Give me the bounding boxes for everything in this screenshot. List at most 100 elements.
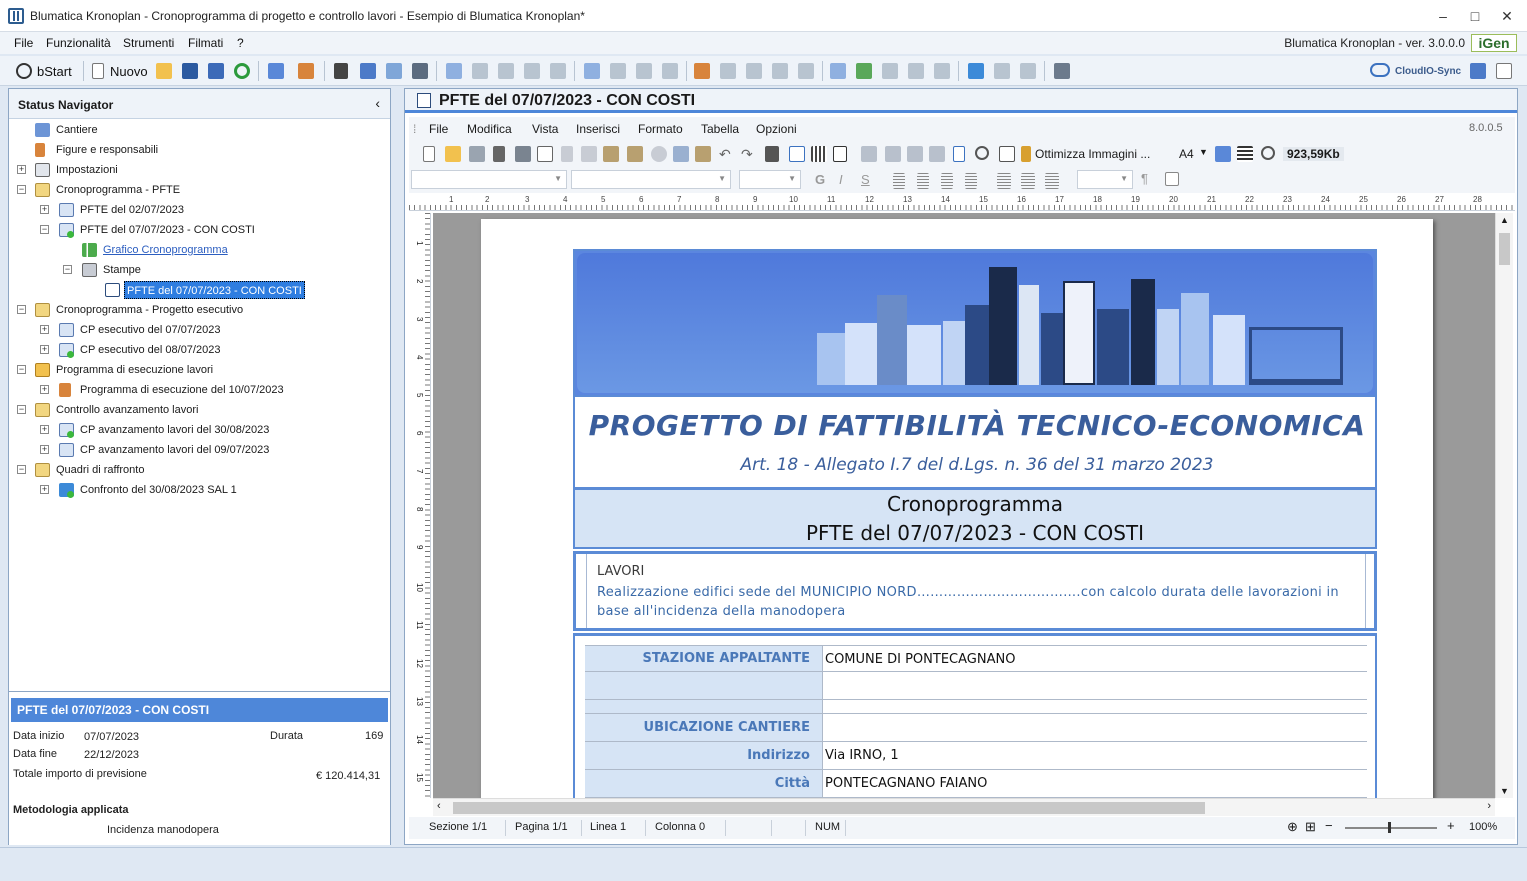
- collapse-toggle[interactable]: −: [40, 225, 49, 234]
- font-size-dropdown[interactable]: ▼: [739, 170, 801, 189]
- outline-list-icon[interactable]: [1045, 173, 1059, 189]
- field-icon[interactable]: [999, 146, 1015, 162]
- chevron-down-icon[interactable]: ▼: [1199, 147, 1208, 157]
- tool-icon-1[interactable]: [446, 63, 462, 79]
- zoom-out-icon[interactable]: −: [1325, 818, 1333, 833]
- tool-icon-2[interactable]: [472, 63, 488, 79]
- zoom-slider-track[interactable]: [1345, 827, 1437, 829]
- tool-icon-9[interactable]: [662, 63, 678, 79]
- collapse-toggle[interactable]: −: [17, 185, 26, 194]
- menu-filmati[interactable]: Filmati: [188, 36, 223, 50]
- bold-icon[interactable]: G: [815, 172, 825, 187]
- scroll-down-icon[interactable]: ▼: [1500, 786, 1509, 796]
- print-settings-icon[interactable]: [1054, 63, 1070, 79]
- table-tool-icon-2[interactable]: [885, 146, 901, 162]
- collapse-chevron-icon[interactable]: ‹: [375, 95, 380, 111]
- expand-toggle[interactable]: +: [40, 325, 49, 334]
- zoom-in-icon[interactable]: +: [1447, 818, 1455, 833]
- tool-icon-14[interactable]: [798, 63, 814, 79]
- tool-icon-21[interactable]: [994, 63, 1010, 79]
- scroll-thumb[interactable]: [453, 802, 1205, 814]
- paper-size-dropdown[interactable]: A4: [1179, 147, 1194, 161]
- color-dropdown[interactable]: ▼: [1077, 170, 1133, 189]
- number-list-icon[interactable]: [1021, 173, 1035, 189]
- columns-icon[interactable]: [811, 146, 827, 162]
- find-icon[interactable]: [673, 146, 689, 162]
- notes-icon[interactable]: [1496, 63, 1512, 79]
- collapse-toggle[interactable]: −: [17, 365, 26, 374]
- undo-icon[interactable]: ↶: [719, 146, 735, 162]
- expand-toggle[interactable]: +: [40, 445, 49, 454]
- editor-menu-vista[interactable]: Vista: [532, 122, 558, 136]
- tool-icon-10[interactable]: [694, 63, 710, 79]
- print-icon[interactable]: [515, 146, 531, 162]
- collapse-toggle[interactable]: −: [17, 305, 26, 314]
- collapse-toggle[interactable]: −: [17, 465, 26, 474]
- tool-icon-8[interactable]: [636, 63, 652, 79]
- help-icon[interactable]: [1470, 63, 1486, 79]
- tool-icon-17[interactable]: [882, 63, 898, 79]
- editor-menu-file[interactable]: File: [429, 122, 448, 136]
- move-icon[interactable]: [1261, 146, 1275, 160]
- table-icon[interactable]: [833, 146, 847, 162]
- table-tool-icon-3[interactable]: [907, 146, 923, 162]
- editor-menu-modifica[interactable]: Modifica: [467, 122, 512, 136]
- cut-icon[interactable]: [561, 146, 573, 162]
- close-button[interactable]: ✕: [1492, 6, 1522, 26]
- fit-page-icon[interactable]: ⊕: [1287, 819, 1298, 835]
- table-tool-icon-4[interactable]: [929, 146, 945, 162]
- menu-file[interactable]: File: [14, 36, 33, 50]
- editor-menu-opzioni[interactable]: Opzioni: [756, 122, 797, 136]
- bstart-button[interactable]: bStart: [37, 64, 72, 79]
- minimize-button[interactable]: –: [1428, 6, 1458, 26]
- check-doc-icon[interactable]: [789, 146, 805, 162]
- tree-link[interactable]: Grafico Cronoprogramma: [103, 241, 228, 259]
- style-dropdown[interactable]: ▼: [411, 170, 567, 189]
- align-left-icon[interactable]: [893, 173, 905, 189]
- page-view-icon[interactable]: [1215, 146, 1231, 162]
- expand-toggle[interactable]: +: [40, 205, 49, 214]
- horizontal-scrollbar[interactable]: ‹ ›: [433, 798, 1495, 816]
- tool-icon-13[interactable]: [772, 63, 788, 79]
- tool-icon-12[interactable]: [746, 63, 762, 79]
- grid-icon[interactable]: [386, 63, 402, 79]
- scissors-icon[interactable]: [334, 63, 348, 79]
- align-center-icon[interactable]: [917, 173, 929, 189]
- expand-toggle[interactable]: +: [40, 385, 49, 394]
- ottimizza-immagini-button[interactable]: Ottimizza Immagini ...: [1035, 147, 1150, 161]
- editor-menu-formato[interactable]: Formato: [638, 122, 683, 136]
- tool-icon-5[interactable]: [550, 63, 566, 79]
- crane-icon[interactable]: [298, 63, 314, 79]
- tool-icon-16[interactable]: [856, 63, 872, 79]
- page-icon[interactable]: [953, 146, 965, 162]
- save-all-icon[interactable]: [208, 63, 224, 79]
- pilcrow-icon[interactable]: ¶: [1141, 171, 1148, 186]
- new-doc-icon[interactable]: [423, 146, 435, 162]
- calculator-icon[interactable]: [412, 63, 428, 79]
- save-icon[interactable]: [469, 146, 485, 162]
- redo-icon[interactable]: ↷: [741, 146, 757, 162]
- tool-icon-7[interactable]: [610, 63, 626, 79]
- nuovo-button[interactable]: Nuovo: [110, 64, 148, 79]
- expand-toggle[interactable]: +: [17, 165, 26, 174]
- tool-icon-20[interactable]: [968, 63, 984, 79]
- fit-width-icon[interactable]: ⊞: [1305, 819, 1316, 835]
- align-right-icon[interactable]: [941, 173, 953, 189]
- tool-icon-6[interactable]: [584, 63, 600, 79]
- scroll-left-icon[interactable]: ‹: [437, 800, 441, 812]
- paste-icon[interactable]: [603, 146, 619, 162]
- menu-help[interactable]: ?: [237, 36, 244, 50]
- justify-icon[interactable]: [1237, 146, 1253, 162]
- tool-icon-11[interactable]: [720, 63, 736, 79]
- tool-icon-18[interactable]: [908, 63, 924, 79]
- open-folder-icon[interactable]: [156, 63, 172, 79]
- close-doc-icon[interactable]: [493, 146, 505, 162]
- editor-menu-tabella[interactable]: Tabella: [701, 122, 739, 136]
- scroll-right-icon[interactable]: ›: [1487, 800, 1491, 812]
- menu-strumenti[interactable]: Strumenti: [123, 36, 174, 50]
- document-page[interactable]: PROGETTO DI FATTIBILITÀ TECNICO-ECONOMIC…: [481, 219, 1433, 798]
- copy-icon[interactable]: [581, 146, 597, 162]
- collapse-toggle[interactable]: −: [63, 265, 72, 274]
- document-canvas[interactable]: PROGETTO DI FATTIBILITÀ TECNICO-ECONOMIC…: [433, 213, 1495, 798]
- open-folder-icon[interactable]: [445, 146, 461, 162]
